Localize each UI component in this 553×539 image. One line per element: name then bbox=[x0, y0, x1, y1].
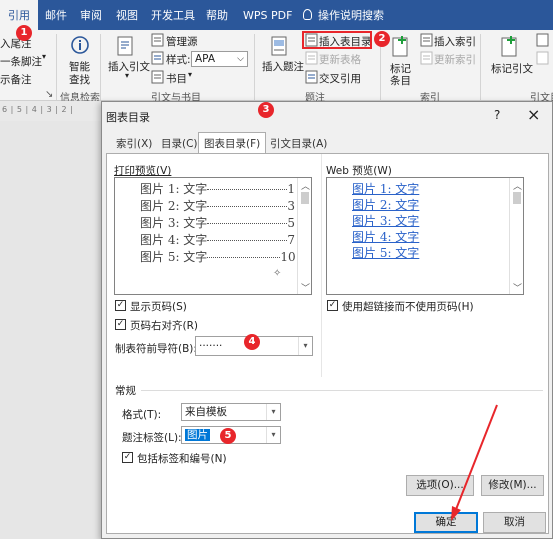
step-badge-3: 3 bbox=[258, 102, 274, 118]
step-badge-1: 1 bbox=[16, 25, 32, 41]
step-badge-2: 2 bbox=[374, 31, 390, 47]
step-badge-5: 5 bbox=[220, 428, 236, 444]
step-badge-4: 4 bbox=[244, 334, 260, 350]
annotation-arrow bbox=[451, 404, 498, 521]
